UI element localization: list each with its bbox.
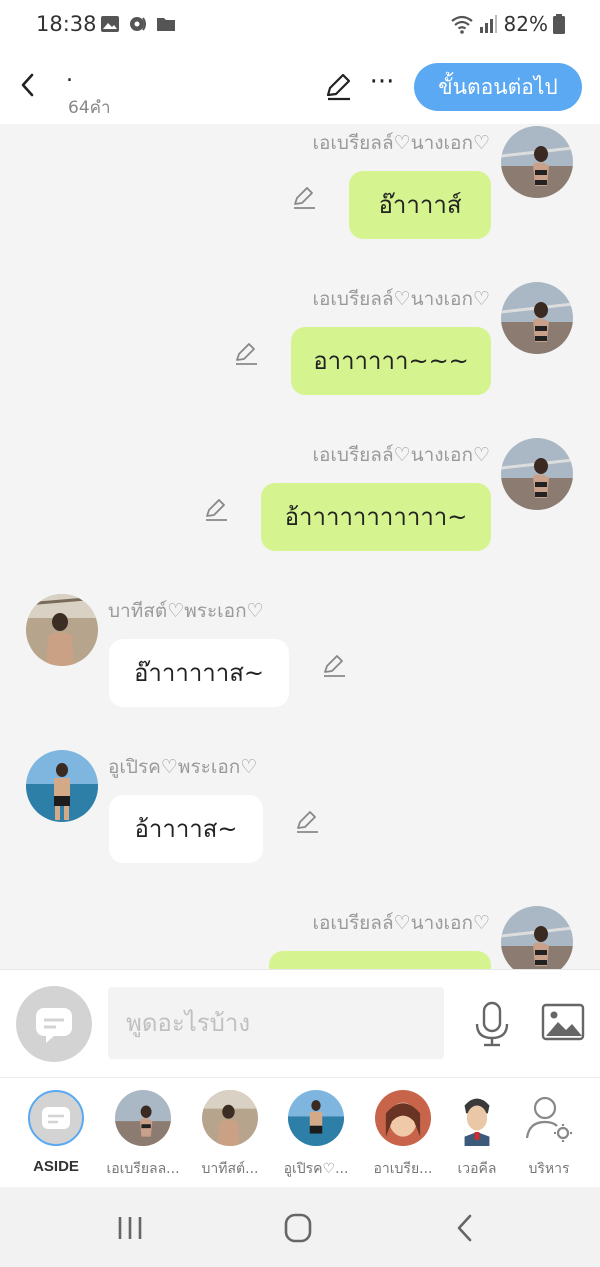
message-bubble[interactable] bbox=[269, 951, 491, 969]
character-avatar bbox=[288, 1090, 344, 1146]
character-label: ASIDE bbox=[33, 1158, 79, 1175]
more-options-button[interactable]: ··· bbox=[368, 69, 396, 100]
sender-name: เอเบรียลล์♡นางเอก♡ bbox=[312, 132, 491, 154]
chat-area[interactable]: เอเบรียลล์♡นางเอก♡ อ๊าาาาส์ เอเบรียลล์♡น… bbox=[0, 124, 600, 969]
folder-notification-icon bbox=[157, 18, 175, 31]
status-bar: 18:38 82% bbox=[0, 0, 600, 50]
message-input-bar bbox=[0, 969, 600, 1077]
avatar-baptiste[interactable] bbox=[26, 594, 98, 666]
character-baptiste[interactable]: บาทีสต์... bbox=[187, 1090, 273, 1182]
sender-name: เอเบรียลล์♡นางเอก♡ bbox=[312, 912, 491, 934]
character-aside[interactable]: ASIDE bbox=[13, 1090, 99, 1182]
character-avatar bbox=[115, 1090, 171, 1146]
wifi-icon bbox=[451, 15, 473, 34]
story-header: . 64คำ ··· ขั้นตอนต่อไป bbox=[0, 50, 600, 124]
avatar-ouperk[interactable] bbox=[26, 750, 98, 822]
recent-apps-icon[interactable] bbox=[112, 1211, 148, 1245]
message-input[interactable] bbox=[108, 987, 444, 1059]
message-bubble[interactable]: อ๊าาาาาาส~ bbox=[109, 639, 289, 707]
character-label: เอเบรียลล... bbox=[106, 1161, 180, 1177]
avatar-abriel[interactable] bbox=[501, 126, 573, 198]
home-icon[interactable] bbox=[280, 1211, 316, 1245]
sender-name: เอเบรียลล์♡นางเอก♡ bbox=[312, 288, 491, 310]
chat-bubble-icon bbox=[36, 1008, 72, 1043]
aside-avatar bbox=[28, 1090, 84, 1146]
edit-message-icon[interactable] bbox=[232, 340, 260, 368]
back-button[interactable] bbox=[14, 70, 44, 100]
character-abriel[interactable]: เอเบรียลล... bbox=[100, 1090, 186, 1182]
avatar-abriel[interactable] bbox=[501, 906, 573, 969]
edit-title-button[interactable] bbox=[322, 70, 354, 102]
edit-message-icon[interactable] bbox=[202, 496, 230, 524]
avatar-abriel[interactable] bbox=[501, 282, 573, 354]
character-label: บริหาร bbox=[528, 1161, 570, 1177]
story-title: . bbox=[66, 62, 73, 87]
character-ouperk[interactable]: อูเปิรค♡... bbox=[273, 1090, 359, 1182]
character-avatar bbox=[375, 1090, 431, 1146]
message-bubble[interactable]: อ้าาาาส~ bbox=[109, 795, 263, 863]
character-avatar bbox=[449, 1090, 505, 1146]
word-count: 64คำ bbox=[68, 98, 111, 118]
battery-percentage: 82% bbox=[503, 12, 548, 36]
sender-name: อูเปิรค♡พระเอก♡ bbox=[108, 756, 258, 778]
character-avatar bbox=[202, 1090, 258, 1146]
avatar-abriel[interactable] bbox=[501, 438, 573, 510]
system-nav-bar bbox=[0, 1187, 600, 1267]
character-label: อูเปิรค♡... bbox=[283, 1161, 349, 1177]
sender-name: เอเบรียลล์♡นางเอก♡ bbox=[312, 444, 491, 466]
signal-icon bbox=[480, 15, 497, 33]
edit-message-icon[interactable] bbox=[320, 652, 348, 680]
character-bar: ASIDE เอเบรียลล... บาทีสต์... อูเปิรค♡..… bbox=[0, 1077, 600, 1187]
next-step-button[interactable]: ขั้นตอนต่อไป bbox=[414, 63, 582, 111]
back-nav-icon[interactable] bbox=[448, 1211, 484, 1245]
voice-notification-icon bbox=[130, 17, 146, 31]
message-bubble[interactable]: อาาาาาา~~~ bbox=[291, 327, 491, 395]
message-bubble[interactable]: อ๊าาาาส์ bbox=[349, 171, 491, 239]
aside-toggle-button[interactable] bbox=[16, 986, 92, 1062]
battery-icon bbox=[553, 14, 565, 34]
edit-message-icon[interactable] bbox=[293, 808, 321, 836]
manage-characters-button[interactable]: บริหาร bbox=[506, 1090, 592, 1182]
image-icon[interactable] bbox=[540, 1002, 586, 1042]
message-bubble[interactable]: อ้าาาาาาาาาาา~ bbox=[261, 483, 491, 551]
edit-message-icon[interactable] bbox=[290, 184, 318, 212]
gallery-notification-icon bbox=[101, 16, 119, 32]
sender-name: บาทีสต์♡พระเอก♡ bbox=[108, 600, 264, 622]
manage-users-icon bbox=[521, 1090, 577, 1146]
microphone-icon[interactable] bbox=[472, 1000, 512, 1048]
character-label: บาทีสต์... bbox=[201, 1161, 259, 1177]
status-time: 18:38 bbox=[36, 12, 97, 36]
